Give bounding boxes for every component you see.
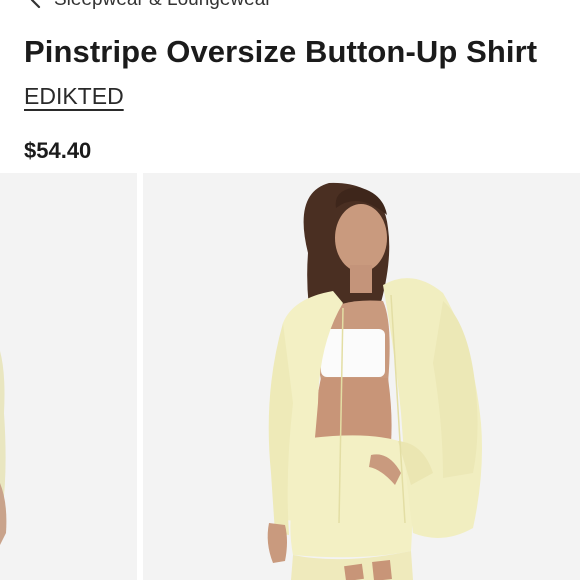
product-title: Pinstripe Oversize Button-Up Shirt	[24, 34, 538, 69]
previous-product-image[interactable]	[0, 173, 137, 580]
product-main-image[interactable]	[143, 173, 580, 580]
brand-link[interactable]: EDIKTED	[24, 83, 124, 110]
model-photo	[267, 182, 482, 580]
chevron-left-icon[interactable]	[28, 0, 42, 10]
breadcrumb[interactable]: Sleepwear & Loungewear	[28, 0, 272, 12]
breadcrumb-label[interactable]: Sleepwear & Loungewear	[54, 0, 272, 11]
image-gallery[interactable]	[0, 173, 580, 580]
product-price: $54.40	[24, 138, 92, 163]
